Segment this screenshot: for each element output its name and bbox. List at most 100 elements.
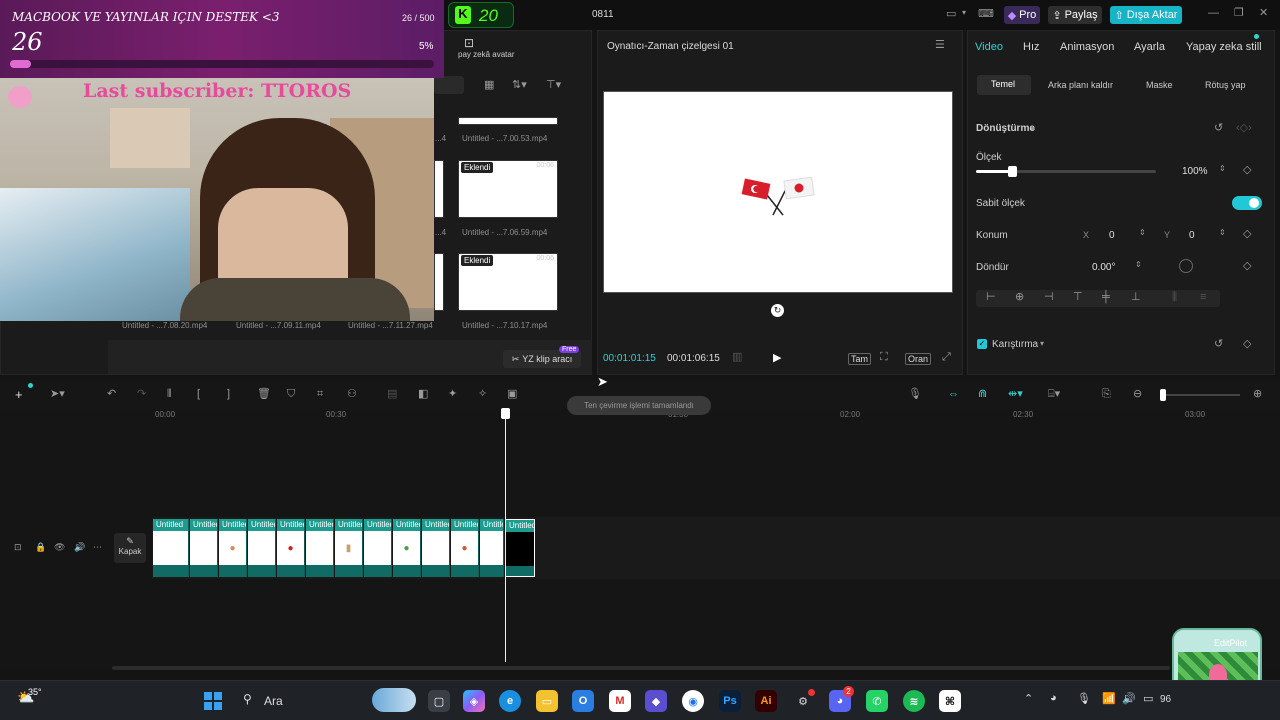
windows-start-icon[interactable] xyxy=(202,690,224,712)
media-thumbnail[interactable] xyxy=(458,117,558,125)
sort-icon[interactable]: ⇅▾ xyxy=(512,80,527,91)
keyboard-icon[interactable]: ⌨ xyxy=(978,9,994,20)
magic-wand-icon[interactable]: ✧ xyxy=(478,389,487,400)
maximize-icon[interactable]: ❐ xyxy=(1234,8,1244,19)
battery-icon[interactable]: ▭ xyxy=(1143,692,1153,705)
timeline-clip[interactable]: Untitled xyxy=(480,519,504,577)
file-explorer-icon[interactable]: ▭ xyxy=(536,690,558,712)
subtitle-icon[interactable]: ⎘ xyxy=(1102,389,1111,400)
zoom-in-icon[interactable]: ⊕ xyxy=(1253,389,1262,400)
search-icon[interactable]: ⚲ xyxy=(243,692,252,706)
tab-animation[interactable]: Animasyon xyxy=(1060,41,1114,53)
align-bottom-icon[interactable]: ⊥ xyxy=(1131,292,1141,303)
keyframe-icon[interactable]: ◇ xyxy=(1243,165,1251,176)
discord-tray-icon[interactable]: ◕ xyxy=(1050,692,1057,704)
keyframe-icon[interactable]: ◇ xyxy=(1243,339,1251,350)
microphone-icon[interactable]: 🎙 xyxy=(908,389,922,400)
caret-down-icon[interactable]: ▾ xyxy=(1040,340,1044,348)
preview-canvas[interactable] xyxy=(603,91,953,293)
grid-view-icon[interactable]: ▦ xyxy=(484,80,494,91)
rotate-dial[interactable] xyxy=(1179,259,1193,273)
shield-icon[interactable]: ⛉ xyxy=(287,389,295,400)
volume-icon[interactable]: 🔊 xyxy=(1122,692,1136,705)
playhead-line[interactable] xyxy=(505,410,506,662)
app-icon[interactable]: ◆ xyxy=(645,690,667,712)
ai-avatar-tab[interactable]: ⊡ pay zekâ avatar xyxy=(458,36,518,59)
capcut-icon[interactable]: ⌘ xyxy=(939,690,961,712)
media-thumbnail[interactable]: Eklendi 00:06 xyxy=(458,160,558,218)
transform-section-label[interactable]: Dönüştürme xyxy=(976,123,1035,134)
outlook-icon[interactable]: O xyxy=(572,690,594,712)
speaker-icon[interactable]: 🔊 xyxy=(74,543,85,552)
minimize-icon[interactable]: — xyxy=(1208,8,1219,19)
delete-icon[interactable]: 🗑 xyxy=(257,389,271,400)
scale-slider[interactable] xyxy=(976,166,1156,177)
magnet-icon[interactable]: ⋒ xyxy=(978,389,987,400)
timeline-clip[interactable]: Untitled xyxy=(190,519,218,577)
track-hide-icon[interactable]: ⊡ xyxy=(14,543,22,552)
scale-slider-handle[interactable] xyxy=(1008,166,1017,177)
align-center-h-icon[interactable]: ⊕ xyxy=(1015,292,1024,303)
playhead-handle[interactable] xyxy=(501,408,510,419)
chrome-icon[interactable]: ◉ xyxy=(682,690,704,712)
align-top-icon[interactable]: ⊤ xyxy=(1073,292,1083,303)
filter-icon[interactable]: ⊤▾ xyxy=(546,80,561,91)
reset-icon[interactable]: ↺ xyxy=(1214,123,1223,134)
waveform-icon[interactable]: ▥ xyxy=(732,352,742,363)
copilot-icon[interactable]: ◈ xyxy=(463,690,485,712)
trim-left-icon[interactable]: [ xyxy=(197,389,200,400)
fit-icon[interactable]: ⛶ xyxy=(880,352,888,363)
zoom-out-icon[interactable]: ⊖ xyxy=(1133,389,1142,400)
crop-icon[interactable]: ⌗ xyxy=(317,389,323,400)
tab-ai-style[interactable]: Yapay zeka still xyxy=(1186,41,1262,53)
timeline-clip[interactable]: Untitled ● xyxy=(277,519,305,577)
media-thumbnail[interactable]: Eklendi 00:06 xyxy=(458,253,558,311)
position-y-value[interactable]: 0 xyxy=(1189,230,1195,241)
position-x-value[interactable]: 0 xyxy=(1109,230,1115,241)
stepper-icon[interactable]: ⇕ xyxy=(1139,229,1146,237)
spotify-icon[interactable]: ≋ xyxy=(903,690,925,712)
chevron-up-icon[interactable]: ⌃ xyxy=(1024,692,1033,705)
subtab-retouch[interactable]: Rötuş yap xyxy=(1205,80,1246,90)
pro-button[interactable]: ◆ Pro xyxy=(1004,6,1040,24)
preview-axis-icon[interactable]: ⌸▾ xyxy=(1048,389,1060,400)
cover-button[interactable]: ✎ Kapak xyxy=(114,533,146,563)
link-icon[interactable]: ⇔ xyxy=(948,389,959,400)
share-button[interactable]: ⇪ Paylaş xyxy=(1048,6,1102,24)
play-icon[interactable]: ▶ xyxy=(773,351,781,364)
stepper-icon[interactable]: ⇕ xyxy=(1219,229,1226,237)
align-right-icon[interactable]: ⊣ xyxy=(1044,292,1054,303)
trim-right-icon[interactable]: ] xyxy=(227,389,230,400)
chevron-down-icon[interactable]: ▾ xyxy=(962,9,966,17)
wifi-icon[interactable]: 📶 xyxy=(1102,692,1116,705)
more-icon[interactable]: ⋯ xyxy=(93,543,102,552)
task-view-icon[interactable]: ▢ xyxy=(428,690,450,712)
lock-icon[interactable]: 🔒 xyxy=(35,543,46,552)
export-button[interactable]: ⇧ Dışa Aktar xyxy=(1110,6,1182,24)
media-thumbnail-partial[interactable] xyxy=(434,160,444,218)
timeline-clip[interactable]: Untitled ● xyxy=(451,519,479,577)
full-quality-button[interactable]: Tam xyxy=(848,353,872,365)
taskbar-search[interactable]: Ara xyxy=(264,694,283,708)
timeline-clip[interactable]: Untitled ● xyxy=(219,519,247,577)
align-center-v-icon[interactable]: ╪ xyxy=(1102,292,1110,303)
photoshop-icon[interactable]: Ps xyxy=(719,690,741,712)
subtab-mask[interactable]: Maske xyxy=(1146,80,1173,90)
reset-icon[interactable]: ↺ xyxy=(1214,339,1223,350)
align-left-icon[interactable]: ⊢ xyxy=(986,292,996,303)
zoom-slider[interactable] xyxy=(1160,389,1240,401)
layout-icon[interactable]: ▭ xyxy=(946,9,956,20)
add-icon[interactable]: + xyxy=(15,388,23,401)
hd-icon[interactable]: ▣ xyxy=(507,389,517,400)
distribute-h-icon[interactable]: ⫼ xyxy=(1172,292,1177,303)
timeline-scrollbar[interactable] xyxy=(112,666,1170,670)
uniform-scale-toggle[interactable] xyxy=(1232,196,1262,210)
split-icon[interactable]: ⫴ xyxy=(167,389,172,400)
illustrator-icon[interactable]: Ai xyxy=(755,690,777,712)
ai-effect-icon[interactable]: ✦ xyxy=(448,389,457,400)
fullscreen-icon[interactable]: ⤢ xyxy=(942,352,951,363)
timeline-clip[interactable]: Untitled xyxy=(306,519,334,577)
edge-icon[interactable]: e xyxy=(499,690,521,712)
motion-icon[interactable]: ⚇ xyxy=(347,389,357,400)
keyframe-icon[interactable]: ◇ xyxy=(1243,261,1251,272)
